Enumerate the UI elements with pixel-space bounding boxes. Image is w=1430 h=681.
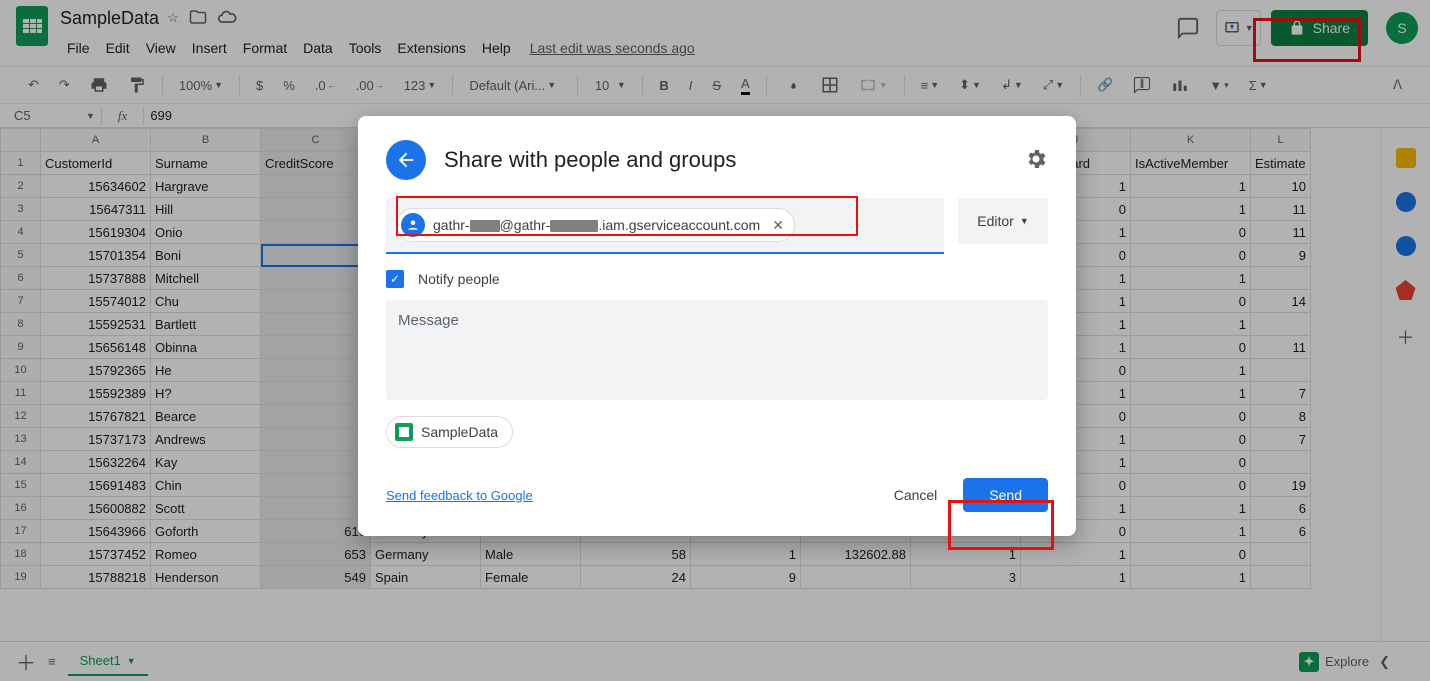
back-button[interactable] (386, 140, 426, 180)
recipients-input[interactable]: gathr-@gathr-.iam.gserviceaccount.com ✕ (386, 198, 944, 254)
sheets-file-icon (395, 423, 413, 441)
notify-checkbox[interactable]: ✓ (386, 270, 404, 288)
send-button[interactable]: Send (963, 478, 1048, 512)
share-dialog: Share with people and groups gathr-@gath… (358, 116, 1076, 536)
attachment-chip: SampleData (386, 416, 513, 448)
dialog-title: Share with people and groups (444, 147, 1006, 173)
feedback-link[interactable]: Send feedback to Google (386, 488, 533, 503)
notify-label: Notify people (418, 271, 500, 287)
remove-chip-button[interactable]: ✕ (772, 217, 784, 234)
person-icon (401, 213, 425, 237)
message-textarea[interactable]: Message (386, 300, 1048, 400)
cancel-button[interactable]: Cancel (876, 479, 956, 511)
role-selector[interactable]: Editor ▼ (958, 198, 1048, 244)
settings-button[interactable] (1024, 147, 1048, 174)
chip-email: gathr-@gathr-.iam.gserviceaccount.com (433, 217, 760, 233)
recipient-chip[interactable]: gathr-@gathr-.iam.gserviceaccount.com ✕ (396, 208, 795, 242)
